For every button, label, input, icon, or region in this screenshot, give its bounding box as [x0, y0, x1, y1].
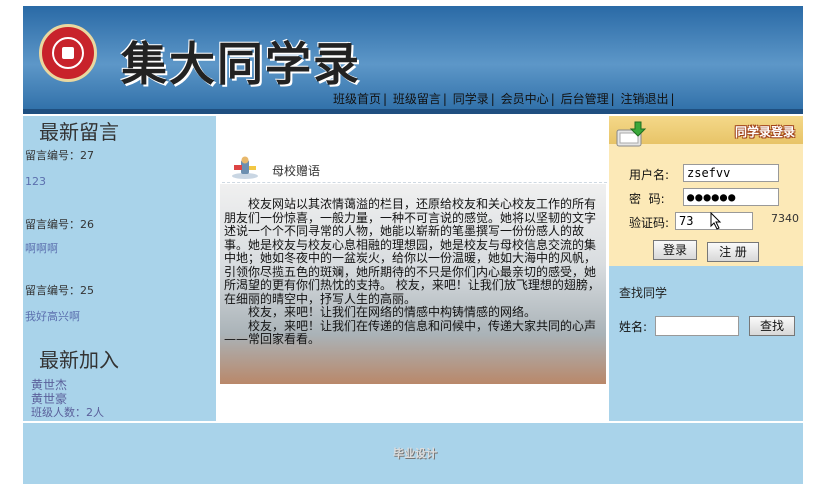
- username-input[interactable]: [683, 164, 779, 182]
- mouse-cursor-icon: [710, 212, 722, 230]
- nav-logout[interactable]: 注销退出: [620, 92, 668, 106]
- message-link[interactable]: 啊啊啊: [25, 240, 58, 256]
- welcome-paragraph: 校友网站以其浓情蔼溢的栏目，还原给校友和关心校友工作的所有朋友们一份惊喜，一般力…: [224, 197, 600, 306]
- header-divider: [23, 109, 803, 114]
- message-link[interactable]: 123: [25, 175, 46, 188]
- header-banner: 集大同学录 班级首页 | 班级留言 | 同学录 | 会员中心 | 后台管理 | 注销退出 |: [23, 6, 803, 112]
- welcome-paragraph: 校友，来吧！让我们在传递的信息和问候中，传递大家共同的心声——常回家看看。: [224, 318, 597, 346]
- main-content: 母校赠语 校友网站以其浓情蔼溢的栏目，还原给校友和关心校友工作的所有朋友们一份惊…: [216, 116, 609, 421]
- username-label: 用户名:: [629, 168, 670, 182]
- message-number: 留言编号：26: [25, 218, 94, 231]
- find-classmate-title: 查找同学: [619, 286, 668, 300]
- captcha-label: 验证码:: [629, 216, 670, 230]
- section-title: 母校赠语: [272, 164, 321, 178]
- login-button[interactable]: 登录: [653, 240, 697, 260]
- register-button[interactable]: 注 册: [707, 242, 759, 262]
- left-sidebar: 最新留言 留言编号：27 123 留言编号：26 啊啊啊 留言编号：25 我好高…: [23, 116, 216, 421]
- right-sidebar: 同学录登录 用户名: 密 码: 验证码: 7340 登录 注 册 查找同学 姓名…: [609, 116, 803, 421]
- member-link[interactable]: 黄世杰: [31, 378, 67, 392]
- footer-text: 毕业设计: [393, 447, 437, 460]
- captcha-code: 7340: [771, 212, 799, 225]
- message-number: 留言编号：25: [25, 284, 94, 297]
- section-header: 母校赠语: [222, 154, 607, 183]
- nav-admin[interactable]: 后台管理: [561, 92, 609, 106]
- graduation-icon: [232, 156, 258, 179]
- name-search-input[interactable]: [655, 316, 739, 336]
- password-label: 密 码:: [629, 192, 665, 206]
- password-input[interactable]: [683, 188, 779, 206]
- site-title: 集大同学录: [121, 37, 361, 91]
- login-title: 同学录登录: [734, 125, 795, 139]
- footer: 毕业设计: [23, 423, 803, 484]
- login-download-icon: [616, 121, 647, 147]
- message-link[interactable]: 我好高兴啊: [25, 308, 80, 324]
- nav-class-messages[interactable]: 班级留言: [393, 92, 441, 106]
- message-number: 留言编号：27: [25, 149, 94, 162]
- page: 集大同学录 班级首页 | 班级留言 | 同学录 | 会员中心 | 后台管理 | 注销退出 |…: [23, 6, 803, 484]
- welcome-message: 校友网站以其浓情蔼溢的栏目，还原给校友和关心校友工作的所有朋友们一份惊喜，一般力…: [224, 197, 602, 347]
- nav-classmates[interactable]: 同学录: [453, 92, 489, 106]
- latest-members-title: 最新加入: [39, 348, 119, 372]
- university-seal-logo: [39, 24, 97, 82]
- campus-photo-background: 校友网站以其浓情蔼溢的栏目，还原给校友和关心校友工作的所有朋友们一份惊喜，一般力…: [220, 184, 606, 384]
- nav-member-center[interactable]: 会员中心: [501, 92, 549, 106]
- latest-messages-title: 最新留言: [39, 120, 119, 144]
- login-panel: 同学录登录 用户名: 密 码: 验证码: 7340 登录 注 册: [609, 116, 803, 266]
- main-nav: 班级首页 | 班级留言 | 同学录 | 会员中心 | 后台管理 | 注销退出 |: [333, 92, 675, 106]
- class-count: 班级人数：2人: [31, 406, 104, 419]
- welcome-paragraph: 校友，来吧！让我们在网络的情感中构铸情感的网络。: [248, 305, 537, 319]
- name-label: 姓名:: [619, 320, 648, 334]
- search-button[interactable]: 查找: [749, 316, 795, 336]
- login-header: 同学录登录: [609, 116, 803, 147]
- member-link[interactable]: 黄世豪: [31, 392, 67, 406]
- nav-class-home[interactable]: 班级首页: [333, 92, 381, 106]
